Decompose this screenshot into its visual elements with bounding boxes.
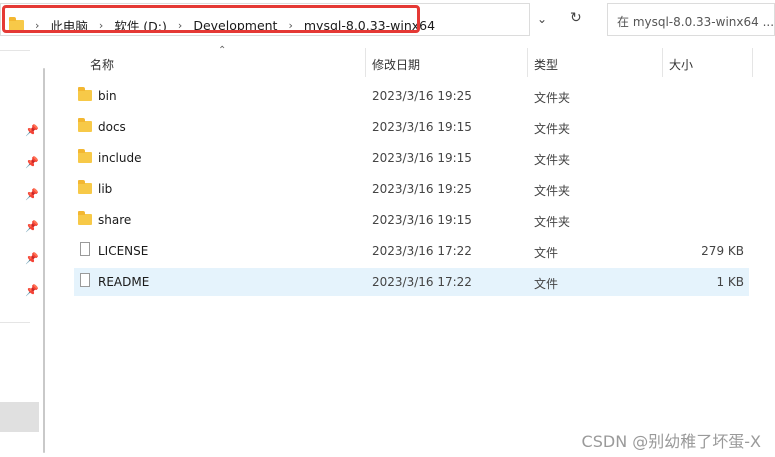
table-row[interactable]: README 2023/3/16 17:22 文件 1 KB — [74, 268, 749, 296]
file-date: 2023/3/16 19:25 — [372, 89, 472, 103]
column-divider[interactable] — [752, 48, 753, 77]
table-row[interactable]: bin 2023/3/16 19:25 文件夹 — [74, 82, 749, 110]
column-divider[interactable] — [662, 48, 663, 77]
file-size: 279 KB — [701, 244, 744, 258]
file-icon — [80, 273, 90, 287]
file-date: 2023/3/16 17:22 — [372, 275, 472, 289]
folder-icon — [78, 211, 92, 225]
file-type: 文件夹 — [534, 184, 571, 198]
file-date: 2023/3/16 17:22 — [372, 244, 472, 258]
file-date: 2023/3/16 19:15 — [372, 120, 472, 134]
file-name: lib — [98, 182, 113, 196]
folder-icon — [78, 118, 92, 132]
file-type: 文件夹 — [534, 215, 571, 229]
file-name: LICENSE — [98, 244, 149, 258]
nav-scrollbar[interactable] — [43, 68, 45, 453]
folder-icon — [78, 180, 92, 194]
file-type: 文件夹 — [534, 91, 571, 105]
file-type: 文件 — [534, 246, 559, 260]
table-row[interactable]: share 2023/3/16 19:15 文件夹 — [74, 206, 749, 234]
file-type: 文件 — [534, 277, 559, 291]
file-name: include — [98, 151, 142, 165]
file-size: 1 KB — [716, 275, 744, 289]
file-name: docs — [98, 120, 126, 134]
pin-icon[interactable]: 📌 — [25, 124, 39, 137]
navigation-pane: 📌 📌 📌 📌 📌 📌 — [0, 50, 46, 457]
column-name[interactable]: 名称 — [90, 56, 114, 73]
table-row[interactable]: lib 2023/3/16 19:25 文件夹 — [74, 175, 749, 203]
pin-icon[interactable]: 📌 — [25, 252, 39, 265]
column-size[interactable]: 大小 — [669, 56, 693, 73]
pin-icon[interactable]: 📌 — [25, 188, 39, 201]
highlight-box — [2, 5, 420, 33]
column-divider[interactable] — [365, 48, 366, 77]
watermark: CSDN @别幼稚了坏蛋-X — [581, 432, 761, 451]
refresh-icon[interactable]: ↻ — [570, 10, 582, 26]
sort-arrow-icon: ⌃ — [218, 45, 227, 56]
column-divider[interactable] — [527, 48, 528, 77]
pin-icon[interactable]: 📌 — [25, 284, 39, 297]
divider — [0, 50, 30, 51]
file-name: README — [98, 275, 150, 289]
file-name: bin — [98, 89, 117, 103]
file-type: 文件夹 — [534, 122, 571, 136]
search-input[interactable]: 在 mysql-8.0.33-winx64 ... — [607, 3, 775, 36]
folder-icon — [78, 149, 92, 163]
folder-icon — [78, 87, 92, 101]
column-date[interactable]: 修改日期 — [372, 56, 420, 73]
file-date: 2023/3/16 19:15 — [372, 213, 472, 227]
pin-icon[interactable]: 📌 — [25, 220, 39, 233]
column-type[interactable]: 类型 — [534, 56, 558, 73]
table-row[interactable]: docs 2023/3/16 19:15 文件夹 — [74, 113, 749, 141]
table-row[interactable]: LICENSE 2023/3/16 17:22 文件 279 KB — [74, 237, 749, 265]
file-date: 2023/3/16 19:15 — [372, 151, 472, 165]
column-header: ⌃ 名称 修改日期 类型 大小 — [70, 45, 755, 78]
table-row[interactable]: include 2023/3/16 19:15 文件夹 — [74, 144, 749, 172]
file-icon — [80, 242, 90, 256]
pin-icon[interactable]: 📌 — [25, 156, 39, 169]
nav-item-selected[interactable] — [0, 402, 39, 432]
file-date: 2023/3/16 19:25 — [372, 182, 472, 196]
divider — [0, 322, 30, 323]
file-name: share — [98, 213, 132, 227]
file-type: 文件夹 — [534, 153, 571, 167]
chevron-down-icon[interactable]: ⌄ — [537, 12, 547, 26]
